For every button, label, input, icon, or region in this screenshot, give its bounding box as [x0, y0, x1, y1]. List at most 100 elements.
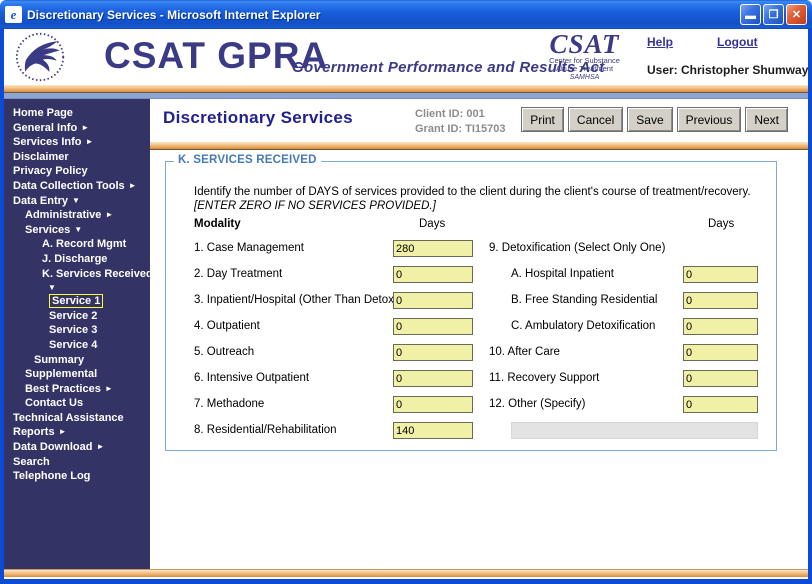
sidebar-item-data-collection-tools[interactable]: Data Collection Tools ► [4, 179, 150, 194]
arrow-right-icon: ► [104, 383, 113, 393]
csat-center-logo: CSAT Center for Substance Abuse Treatmen… [537, 31, 632, 82]
sidebar-item-service-4[interactable]: Service 4 [4, 338, 150, 353]
field-label: 8. Residential/Rehabilitation [194, 424, 337, 436]
client-grant-ids: Client ID: 001 Grant ID: TI15703 [415, 107, 505, 137]
window-title: Discretionary Services - Microsoft Inter… [27, 7, 321, 22]
logout-link[interactable]: Logout [717, 35, 758, 49]
help-link[interactable]: Help [647, 35, 673, 49]
save-button[interactable]: Save [627, 107, 673, 132]
field-label: B. Free Standing Residential [511, 294, 658, 306]
arrow-right-icon: ► [81, 122, 90, 132]
intensive-outpatient-days-input[interactable] [393, 370, 473, 387]
hhs-eagle-logo [14, 31, 66, 88]
sidebar-item-service-2[interactable]: Service 2 [4, 309, 150, 324]
print-button[interactable]: Print [521, 107, 564, 132]
sidebar-item-best-practices[interactable]: Best Practices ► [4, 382, 150, 397]
arrow-right-icon: ► [58, 427, 67, 437]
inpatient-hospital-days-input[interactable] [393, 292, 473, 309]
orange-divider-content [150, 142, 808, 150]
sidebar-item-services-received[interactable]: K. Services Received ▼ [4, 267, 153, 295]
arrow-down-icon: ▼ [48, 283, 56, 293]
browser-window: e Discretionary Services - Microsoft Int… [0, 0, 812, 584]
sidebar-item-telephone-log[interactable]: Telephone Log [4, 469, 150, 484]
sidebar-item-service-1[interactable]: Service 1 [4, 294, 150, 309]
free-standing-residential-days-input[interactable] [683, 292, 758, 309]
orange-divider-top [4, 85, 808, 93]
sidebar-item-contact-us[interactable]: Contact Us [4, 396, 150, 411]
sidebar-item-administrative[interactable]: Administrative ► [4, 208, 150, 223]
content-area: Discretionary Services Client ID: 001 Gr… [150, 99, 808, 569]
recovery-support-days-input[interactable] [683, 370, 758, 387]
orange-divider-bottom [4, 569, 808, 577]
window-controls: ▬ ❐ ✕ [740, 4, 807, 25]
app-banner: CSAT GPRA Government Performance and Res… [4, 29, 808, 85]
sidebar-item-home-page[interactable]: Home Page [4, 106, 150, 121]
next-button[interactable]: Next [745, 107, 788, 132]
services-received-fieldset: K. SERVICES RECEIVED Identify the number… [165, 154, 777, 451]
sidebar-item-record-mgmt[interactable]: A. Record Mgmt [4, 237, 150, 252]
csat-logo-text: CSAT [549, 29, 620, 59]
field-label: 4. Outpatient [194, 320, 260, 332]
arrow-down-icon: ▼ [72, 195, 80, 205]
sidebar-item-reports[interactable]: Reports ► [4, 425, 150, 440]
field-label: 12. Other (Specify) [489, 398, 586, 410]
window-titlebar[interactable]: e Discretionary Services - Microsoft Int… [0, 0, 812, 29]
other-specify-input [511, 422, 758, 439]
minimize-button[interactable]: ▬ [740, 4, 761, 25]
sidebar-item-privacy-policy[interactable]: Privacy Policy [4, 164, 150, 179]
sidebar-nav: Home Page General Info ► Services Info ► D… [4, 99, 153, 569]
sidebar-item-general-info[interactable]: General Info ► [4, 121, 150, 136]
modality-header: Modality [194, 218, 241, 230]
field-label: 2. Day Treatment [194, 268, 283, 280]
close-button[interactable]: ✕ [786, 4, 807, 25]
arrow-right-icon: ► [96, 442, 105, 452]
outpatient-days-input[interactable] [393, 318, 473, 335]
outreach-days-input[interactable] [393, 344, 473, 361]
field-label: 3. Inpatient/Hospital (Other Than Detox) [194, 294, 398, 306]
window-frame: CSAT GPRA Government Performance and Res… [0, 29, 812, 584]
field-label: 7. Methadone [194, 398, 265, 410]
csat-logo-sub2: Abuse Treatment [555, 64, 614, 73]
sidebar-item-services-info[interactable]: Services Info ► [4, 135, 150, 150]
action-buttons: Print Cancel Save Previous Next [521, 107, 788, 132]
sidebar-item-services[interactable]: Services ▼ [4, 223, 150, 238]
maximize-button[interactable]: ❐ [763, 4, 784, 25]
client-id: Client ID: 001 [415, 108, 485, 120]
arrow-right-icon: ► [105, 210, 114, 220]
sidebar-item-disclaimer[interactable]: Disclaimer [4, 150, 150, 165]
sidebar-item-technical-assistance[interactable]: Technical Assistance [4, 411, 150, 426]
sidebar-item-search[interactable]: Search [4, 455, 150, 470]
field-label: 1. Case Management [194, 242, 304, 254]
days-header-left: Days [419, 218, 446, 230]
samhsa-label: SAMHSA [569, 74, 600, 81]
field-label: 11. Recovery Support [489, 372, 600, 384]
field-label: C. Ambulatory Detoxification [511, 320, 656, 332]
case-management-days-input[interactable] [393, 240, 473, 257]
arrow-right-icon: ► [128, 180, 137, 190]
sidebar-item-data-download[interactable]: Data Download ► [4, 440, 150, 455]
cancel-button[interactable]: Cancel [567, 107, 624, 132]
page-title: Discretionary Services [163, 108, 353, 127]
instruction-note: [ENTER ZERO IF NO SERVICES PROVIDED.] [194, 200, 436, 212]
sidebar-item-service-3[interactable]: Service 3 [4, 323, 150, 338]
methadone-days-input[interactable] [393, 396, 473, 413]
arrow-right-icon: ► [85, 137, 94, 147]
after-care-days-input[interactable] [683, 344, 758, 361]
day-treatment-days-input[interactable] [393, 266, 473, 283]
ambulatory-detoxification-days-input[interactable] [683, 318, 758, 335]
arrow-down-icon: ▼ [74, 224, 83, 234]
sidebar-item-discharge[interactable]: J. Discharge [4, 252, 150, 267]
detoxification-group-label: 9. Detoxification (Select Only One) [489, 242, 666, 254]
residential-rehabilitation-days-input[interactable] [393, 422, 473, 439]
sidebar-item-data-entry[interactable]: Data Entry ▼ [4, 194, 150, 209]
sidebar-item-summary[interactable]: Summary [4, 353, 150, 368]
other-days-input[interactable] [683, 396, 758, 413]
field-label: 6. Intensive Outpatient [194, 372, 310, 384]
previous-button[interactable]: Previous [676, 107, 742, 132]
days-header-right: Days [708, 218, 735, 230]
internet-explorer-icon: e [5, 6, 22, 23]
hospital-inpatient-days-input[interactable] [683, 266, 758, 283]
sidebar-item-supplemental[interactable]: Supplemental [4, 367, 150, 382]
field-label: 5. Outreach [194, 346, 255, 358]
fieldset-legend: K. SERVICES RECEIVED [174, 154, 321, 166]
